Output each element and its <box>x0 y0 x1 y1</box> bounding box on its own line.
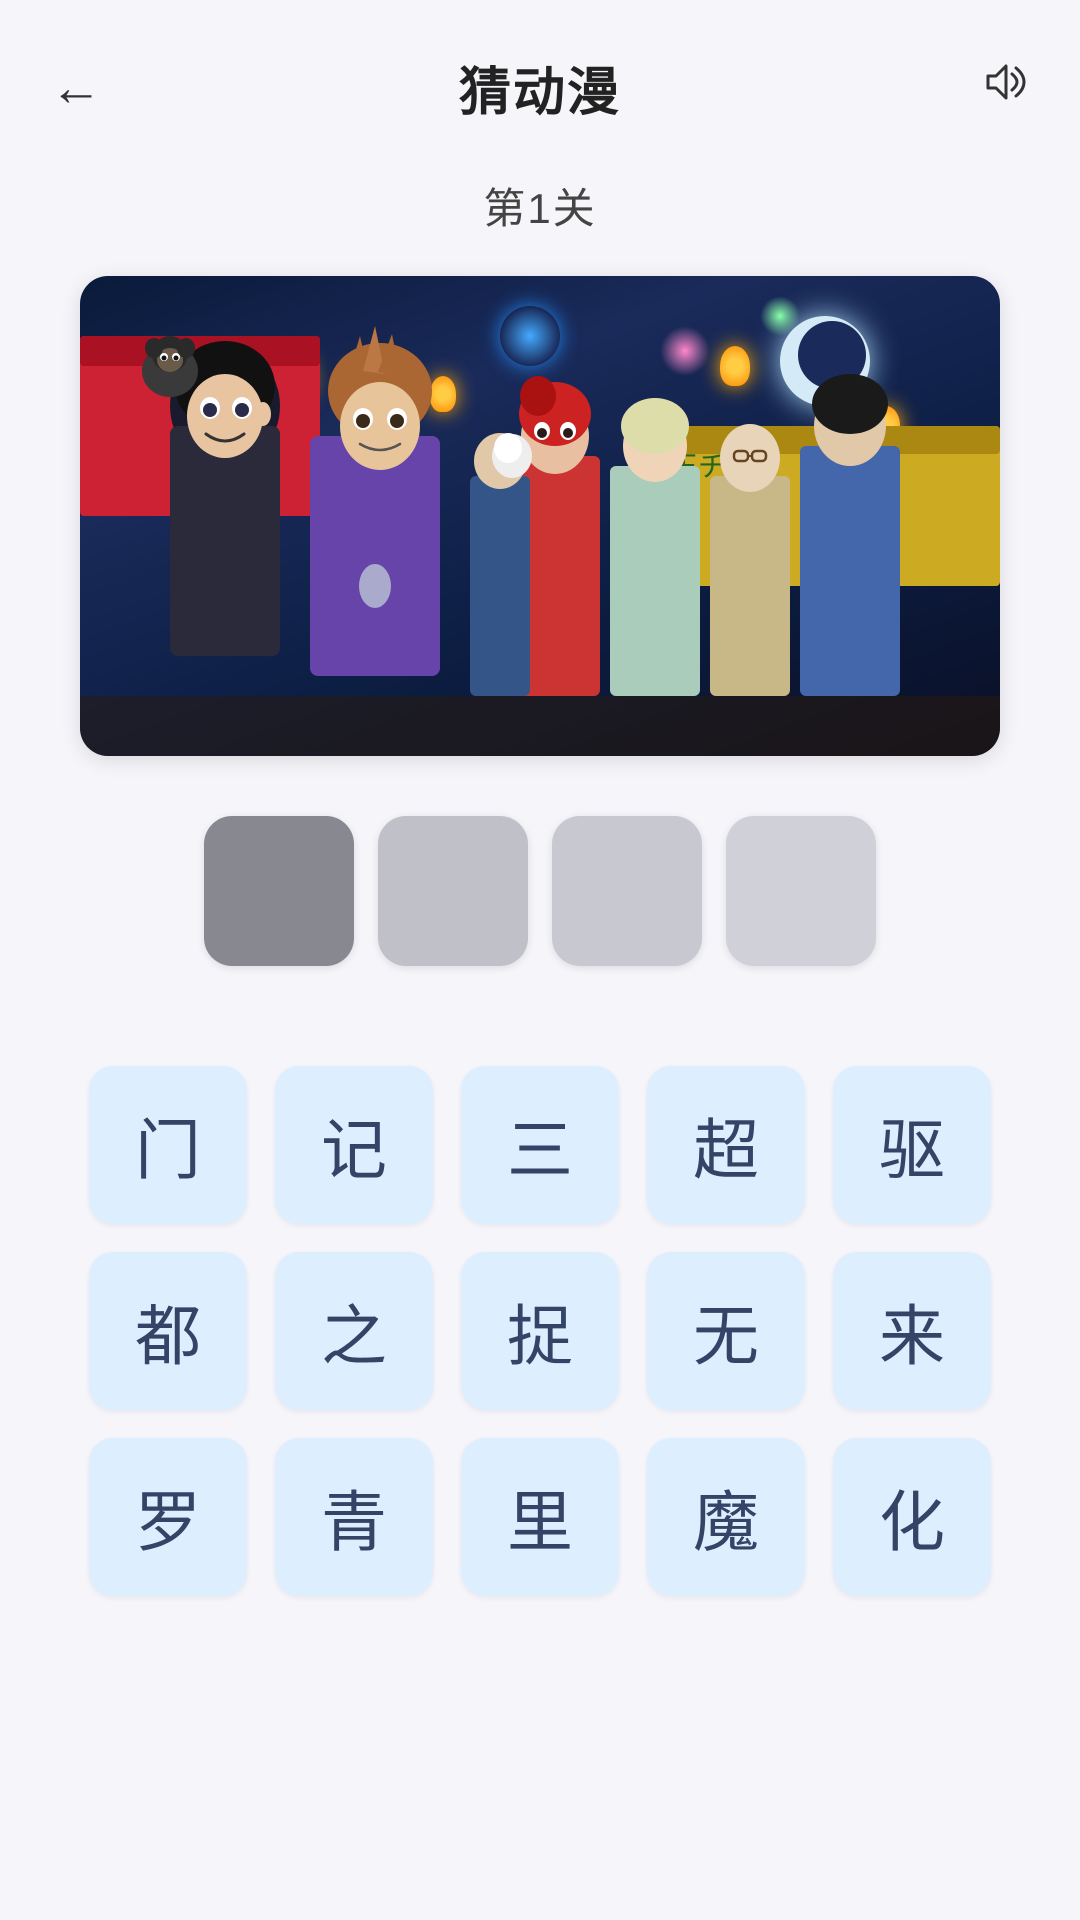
answer-slot-3[interactable] <box>552 816 702 966</box>
options-row-3: 罗 青 里 魔 化 <box>80 1438 1000 1596</box>
answer-slot-1[interactable] <box>204 816 354 966</box>
answer-slots <box>204 816 876 966</box>
option-btn-都[interactable]: 都 <box>89 1252 247 1410</box>
option-btn-驱[interactable]: 驱 <box>833 1066 991 1224</box>
option-btn-捉[interactable]: 捉 <box>461 1252 619 1410</box>
header: ← 猜动漫 <box>0 0 1080 155</box>
back-button[interactable]: ← <box>50 58 102 118</box>
option-btn-里[interactable]: 里 <box>461 1438 619 1596</box>
level-label: 第1关 <box>483 175 596 236</box>
scene-svg: 玉チせ <box>80 276 1000 756</box>
options-grid: 门 记 三 超 驱 都 之 捉 无 来 罗 青 里 魔 化 <box>80 1066 1000 1596</box>
option-btn-超[interactable]: 超 <box>647 1066 805 1224</box>
options-row-2: 都 之 捉 无 来 <box>80 1252 1000 1410</box>
answer-slot-4[interactable] <box>726 816 876 966</box>
option-btn-来[interactable]: 来 <box>833 1252 991 1410</box>
anime-image: 玉チせ <box>80 276 1000 756</box>
option-btn-化[interactable]: 化 <box>833 1438 991 1596</box>
option-btn-之[interactable]: 之 <box>275 1252 433 1410</box>
option-btn-门[interactable]: 门 <box>89 1066 247 1224</box>
options-row-1: 门 记 三 超 驱 <box>80 1066 1000 1224</box>
sound-button[interactable] <box>978 56 1030 120</box>
option-btn-罗[interactable]: 罗 <box>89 1438 247 1596</box>
option-btn-青[interactable]: 青 <box>275 1438 433 1596</box>
page-title: 猜动漫 <box>459 50 621 125</box>
volume-icon <box>978 56 1030 108</box>
option-btn-三[interactable]: 三 <box>461 1066 619 1224</box>
option-btn-无[interactable]: 无 <box>647 1252 805 1410</box>
option-btn-记[interactable]: 记 <box>275 1066 433 1224</box>
answer-slot-2[interactable] <box>378 816 528 966</box>
option-btn-魔[interactable]: 魔 <box>647 1438 805 1596</box>
